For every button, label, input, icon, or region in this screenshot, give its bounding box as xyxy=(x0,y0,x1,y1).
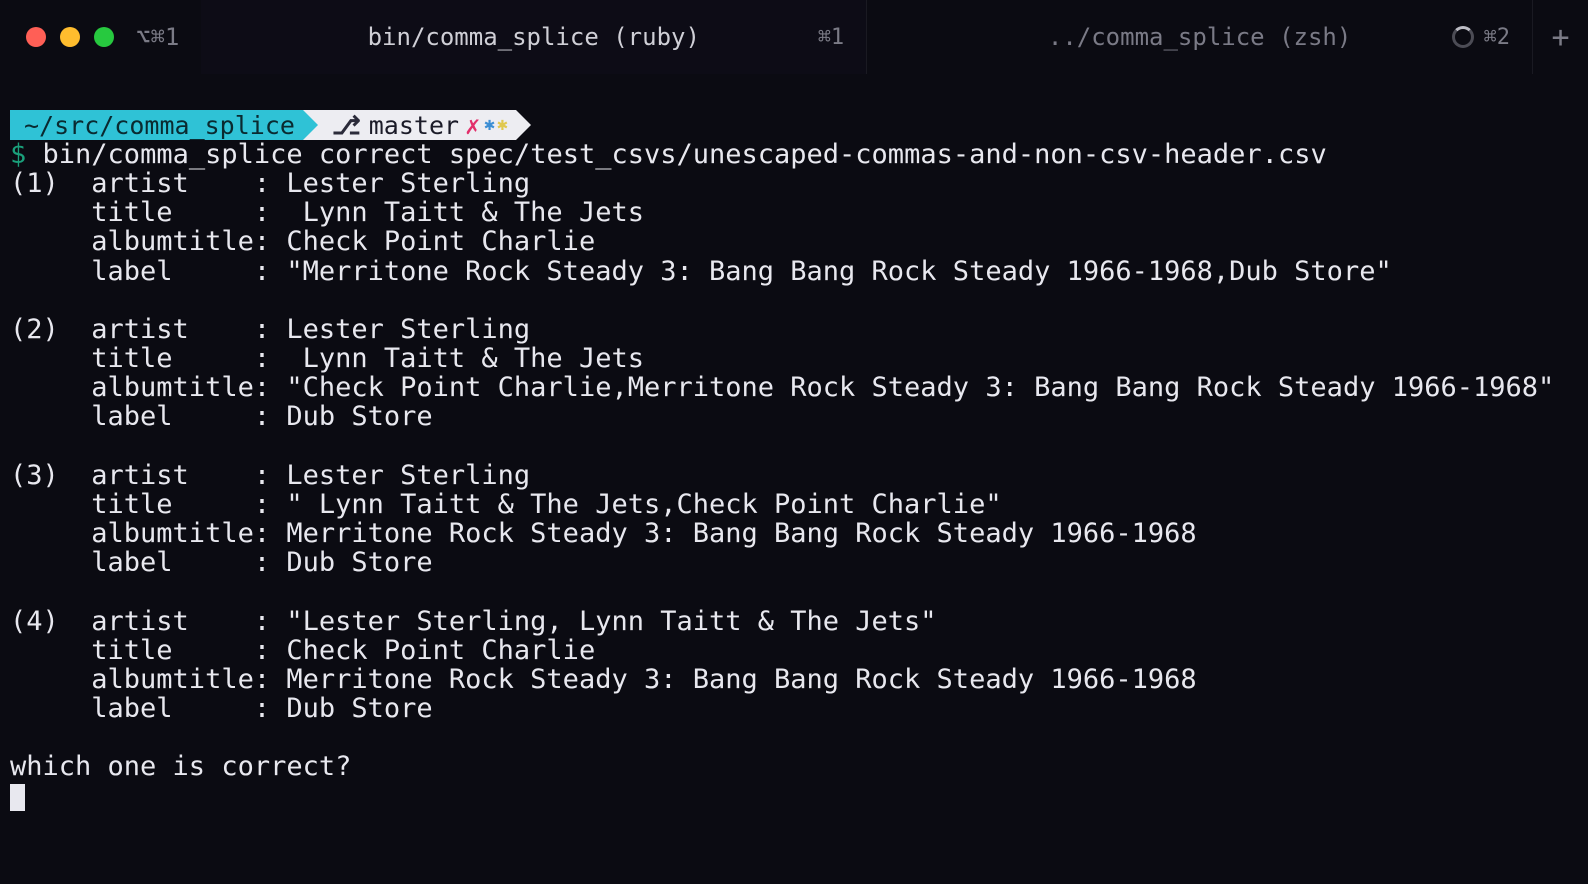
git-dirty-icon: ✗ xyxy=(465,112,480,139)
tab-bar: ⌥⌘1 bin/comma_splice (ruby) ⌘1 ../comma_… xyxy=(132,0,1588,74)
option-row: albumtitle: Merritone Rock Steady 3: Ban… xyxy=(10,519,1578,548)
tab-label: bin/comma_splice (ruby) xyxy=(368,23,700,51)
terminal-viewport[interactable]: ~/src/comma_splice⎇master✗✱✱ $ bin/comma… xyxy=(0,74,1588,821)
option-row: albumtitle: "Check Point Charlie,Merrito… xyxy=(10,373,1578,402)
tab-2[interactable]: ../comma_splice (zsh) ⌘2 xyxy=(866,0,1532,74)
prompt-path-segment: ~/src/comma_splice xyxy=(10,110,303,140)
tab-shortcut: ⌘2 xyxy=(1484,25,1511,50)
option-row: albumtitle: Check Point Charlie xyxy=(10,227,1578,256)
cursor-line[interactable] xyxy=(10,781,1578,810)
new-tab-button[interactable]: + xyxy=(1532,0,1588,74)
prompt-line: ~/src/comma_splice⎇master✗✱✱ xyxy=(10,110,1578,140)
prompt-symbol: $ xyxy=(10,139,26,170)
window-controls xyxy=(0,0,132,74)
option-row: (1) artist : Lester Sterling xyxy=(10,169,1578,198)
option-row: title : Lynn Taitt & The Jets xyxy=(10,198,1578,227)
tab-shortcut: ⌘1 xyxy=(818,25,845,50)
option-row: (4) artist : "Lester Sterling, Lynn Tait… xyxy=(10,607,1578,636)
titlebar: ⌥⌘1 bin/comma_splice (ruby) ⌘1 ../comma_… xyxy=(0,0,1588,74)
tab-label: ../comma_splice (zsh) xyxy=(1048,23,1351,51)
option-row: title : Lynn Taitt & The Jets xyxy=(10,344,1578,373)
zoom-window-button[interactable] xyxy=(94,27,114,47)
option-command-icon: ⌥⌘1 xyxy=(136,23,179,51)
command-text: bin/comma_splice correct spec/test_csvs/… xyxy=(43,139,1327,170)
powerline-prompt: ~/src/comma_splice⎇master✗✱✱ xyxy=(10,110,531,140)
powerline-arrow-icon xyxy=(516,110,531,140)
option-row: albumtitle: Merritone Rock Steady 3: Ban… xyxy=(10,665,1578,694)
option-row: (3) artist : Lester Sterling xyxy=(10,461,1578,490)
git-branch-icon: ⎇ xyxy=(332,112,361,139)
branch-name: master xyxy=(369,112,459,139)
blank-line xyxy=(10,723,1578,752)
blank-line xyxy=(10,286,1578,315)
option-row: title : Check Point Charlie xyxy=(10,636,1578,665)
prompt-branch-segment: ⎇master✗✱✱ xyxy=(318,110,516,140)
git-status-icon: ✱ xyxy=(497,115,508,134)
question-line: which one is correct? xyxy=(10,752,1578,781)
powerline-arrow-icon xyxy=(303,110,318,140)
option-row: label : Dub Store xyxy=(10,548,1578,577)
cursor-icon xyxy=(10,784,25,811)
tab-hotkey-hint: ⌥⌘1 xyxy=(132,0,201,74)
blank-line xyxy=(10,432,1578,461)
minimize-window-button[interactable] xyxy=(60,27,80,47)
options-output: (1) artist : Lester Sterling title : Lyn… xyxy=(10,169,1578,752)
command-line: $ bin/comma_splice correct spec/test_csv… xyxy=(10,140,1578,169)
option-row: (2) artist : Lester Sterling xyxy=(10,315,1578,344)
git-status-icon: ✱ xyxy=(484,115,495,134)
close-window-button[interactable] xyxy=(26,27,46,47)
option-row: title : " Lynn Taitt & The Jets,Check Po… xyxy=(10,490,1578,519)
activity-spinner-icon xyxy=(1452,26,1474,48)
option-row: label : Dub Store xyxy=(10,694,1578,723)
blank-line xyxy=(10,577,1578,606)
option-row: label : Dub Store xyxy=(10,402,1578,431)
tab-1[interactable]: bin/comma_splice (ruby) ⌘1 xyxy=(201,0,866,74)
option-row: label : "Merritone Rock Steady 3: Bang B… xyxy=(10,257,1578,286)
